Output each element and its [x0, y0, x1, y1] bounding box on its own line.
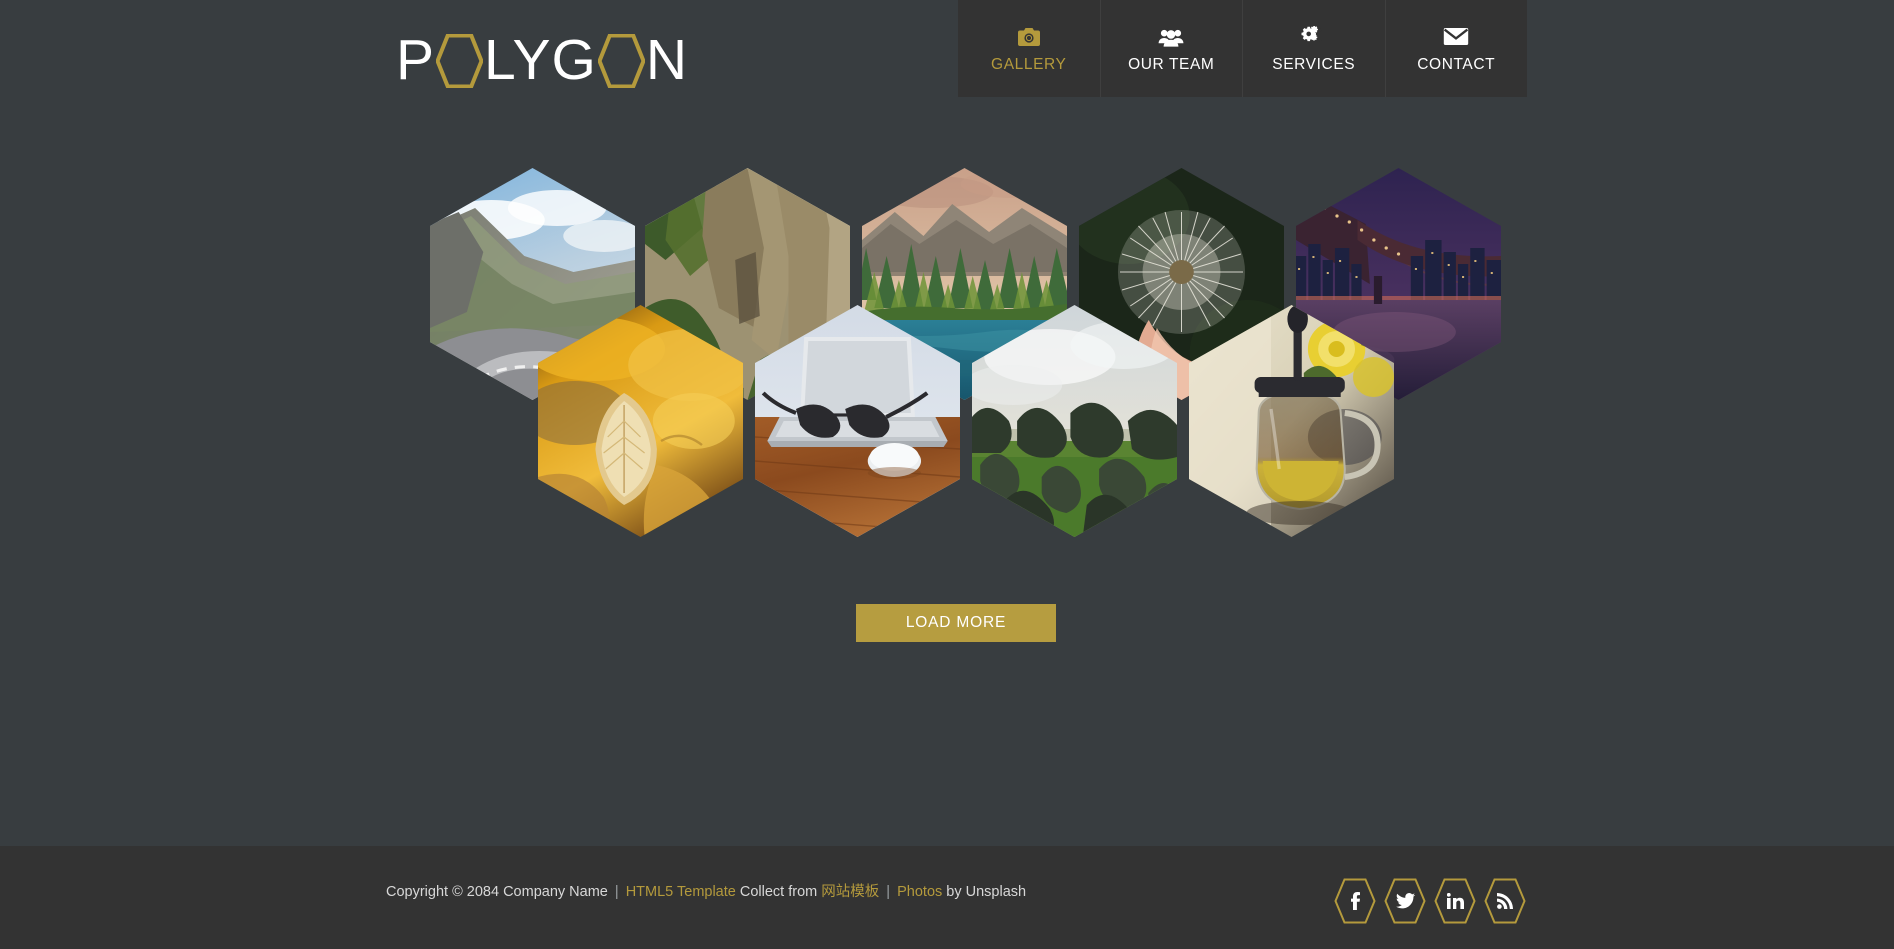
- social-links: [1334, 878, 1526, 924]
- camera-icon: [1017, 24, 1041, 50]
- nav-label-services: SERVICES: [1272, 55, 1356, 73]
- nav-item-gallery[interactable]: GALLERY: [958, 0, 1101, 97]
- gallery-tile[interactable]: [755, 305, 960, 537]
- footer-link-cn-template[interactable]: 网站模板: [821, 884, 879, 900]
- logo-letter-n: N: [645, 28, 689, 92]
- footer-copyright-text: Copyright © 2084 Company Name: [386, 884, 608, 900]
- gallery-tile[interactable]: [1189, 305, 1394, 537]
- users-icon: [1158, 24, 1184, 50]
- social-link-rss[interactable]: [1484, 878, 1526, 924]
- logo-letters-lyg: LYG: [484, 28, 597, 92]
- gallery-tile[interactable]: [972, 305, 1177, 537]
- site-header: P LYG N GALLERY OUR TEAM SERVICES CONTAC…: [0, 0, 1894, 120]
- nav-label-our-team: OUR TEAM: [1128, 55, 1215, 73]
- gallery-tile[interactable]: [538, 305, 743, 537]
- social-link-linkedin[interactable]: [1434, 878, 1476, 924]
- logo-hexagon-o-first: [436, 33, 484, 88]
- footer-separator-1: |: [614, 884, 619, 900]
- tile-image-golden-leaves: [538, 305, 743, 537]
- nav-item-services[interactable]: SERVICES: [1243, 0, 1386, 97]
- footer-link-html5-template[interactable]: HTML5 Template: [626, 884, 736, 900]
- nav-item-our-team[interactable]: OUR TEAM: [1101, 0, 1243, 97]
- social-link-twitter[interactable]: [1384, 878, 1426, 924]
- nav-label-gallery: GALLERY: [991, 55, 1067, 73]
- hexagon-gallery: [0, 150, 1894, 580]
- tile-image-teapot-roses: [1189, 305, 1394, 537]
- facebook-icon: [1350, 892, 1360, 910]
- linkedin-icon: [1446, 893, 1464, 909]
- tile-image-laptop-desk: [755, 305, 960, 537]
- tile-image-boulders-field: [972, 305, 1177, 537]
- rss-icon: [1497, 893, 1513, 909]
- site-logo[interactable]: P LYG N: [396, 32, 688, 89]
- footer-collect-from: Collect from: [739, 884, 818, 900]
- page-root: P LYG N GALLERY OUR TEAM SERVICES CONTAC…: [0, 0, 1894, 949]
- social-link-facebook[interactable]: [1334, 878, 1376, 924]
- footer-copyright: Copyright © 2084 Company Name | HTML5 Te…: [386, 880, 1026, 901]
- logo-hexagon-o-second: [597, 33, 645, 88]
- envelope-icon: [1443, 24, 1469, 50]
- nav-item-contact[interactable]: CONTACT: [1386, 0, 1528, 97]
- twitter-icon: [1395, 893, 1415, 909]
- load-more-button[interactable]: LOAD MORE: [856, 604, 1056, 642]
- nav-label-contact: CONTACT: [1417, 55, 1496, 73]
- footer-link-photos[interactable]: Photos: [897, 884, 942, 900]
- logo-letter-p: P: [396, 28, 436, 92]
- footer-separator-2: |: [886, 884, 891, 900]
- footer-by-unsplash: by Unsplash: [946, 884, 1027, 900]
- gears-icon: [1301, 24, 1326, 50]
- main-navigation: GALLERY OUR TEAM SERVICES CONTACT: [958, 0, 1527, 97]
